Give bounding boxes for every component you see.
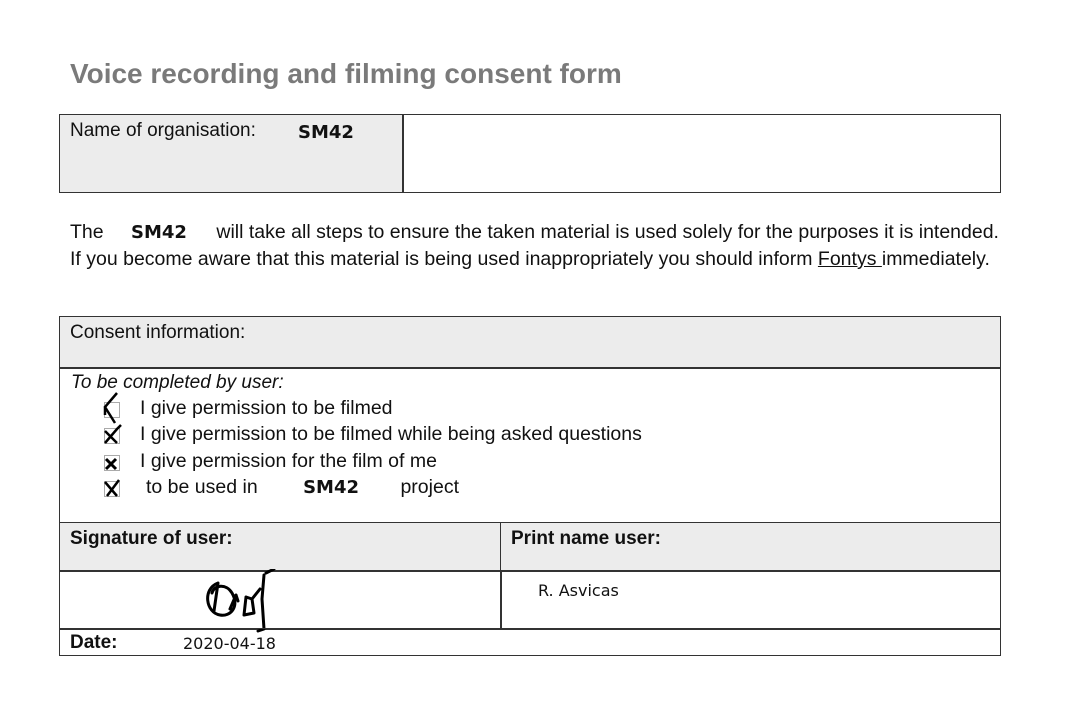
organisation-label-cell: Name of organisation: SM42 <box>59 114 404 193</box>
consent-item-questions: I give permission to be filmed while bei… <box>140 423 642 445</box>
para-end: immediately. <box>881 248 990 270</box>
checkbox-questions[interactable] <box>104 424 122 444</box>
consent-item-project: to be used in SM42 project <box>146 476 459 499</box>
date-value: 2020-04-18 <box>183 634 276 653</box>
print-name-cell[interactable]: R. Asvicas <box>500 570 1001 630</box>
consent-item-filmed: I give permission to be filmed <box>140 397 393 419</box>
print-name-value: R. Asvicas <box>538 581 619 600</box>
date-label: Date: <box>70 632 118 653</box>
signature-label: Signature of user: <box>70 528 233 549</box>
print-name-label: Print name user: <box>511 528 661 549</box>
project-suffix: project <box>400 476 459 498</box>
consent-form-page: Voice recording and filming consent form… <box>0 0 1076 713</box>
consent-header: Consent information: <box>70 322 246 343</box>
signature-header-cell: Signature of user: <box>59 522 502 572</box>
project-name: SM42 <box>303 477 360 498</box>
organisation-blank-cell <box>402 114 1001 193</box>
form-title: Voice recording and filming consent form <box>70 58 622 89</box>
project-prefix: to be used in <box>146 476 258 498</box>
signature-cell[interactable] <box>59 569 502 633</box>
organisation-label: Name of organisation: <box>70 120 256 141</box>
print-name-header-cell: Print name user: <box>500 522 1001 572</box>
consent-item-film-of-me: I give permission for the film of me <box>140 450 437 472</box>
organisation-value: SM42 <box>298 122 354 143</box>
consent-subheader: To be completed by user: <box>71 372 284 393</box>
checkbox-used-in-project[interactable] <box>104 479 120 497</box>
para-the: The <box>70 221 104 243</box>
checkbox-filmed[interactable] <box>103 392 120 424</box>
intro-paragraph: The SM42 will take all steps to ensure t… <box>70 219 1000 272</box>
checkbox-film-of-me[interactable] <box>104 455 120 471</box>
date-cell[interactable]: Date: 2020-04-18 <box>59 628 1001 656</box>
para-org: SM42 <box>131 222 187 243</box>
consent-header-cell: Consent information: <box>59 316 1001 369</box>
fontys-link[interactable]: Fontys <box>818 248 882 270</box>
